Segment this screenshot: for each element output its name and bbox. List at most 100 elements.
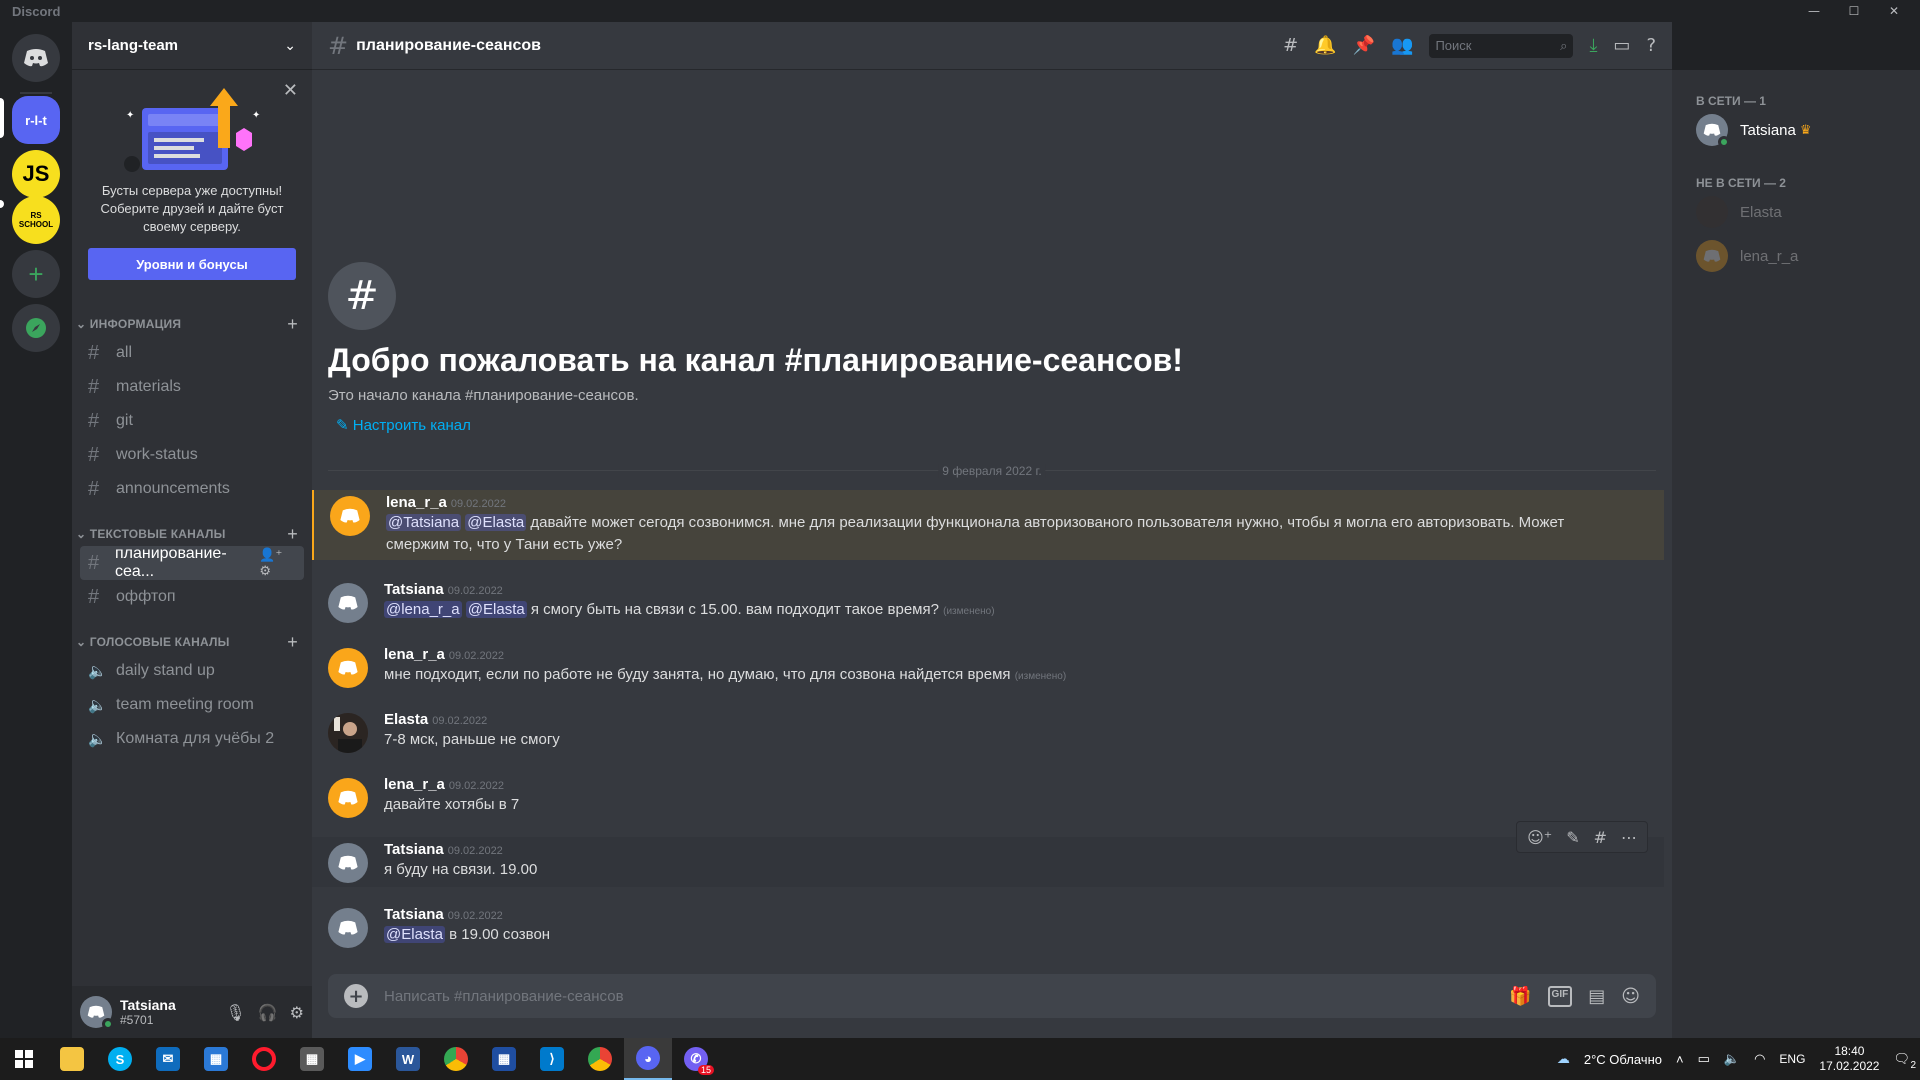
more-icon[interactable]: ⋯	[1621, 828, 1637, 847]
taskbar-explorer[interactable]	[48, 1038, 96, 1080]
message[interactable]: lena_r_a 09.02.2022 мне подходит, если по…	[312, 642, 1664, 692]
taskbar-discord[interactable]: ◕	[624, 1038, 672, 1080]
mention[interactable]: @Elasta	[465, 514, 527, 531]
channel-all[interactable]: # all	[80, 336, 304, 370]
guild-header[interactable]: rs-lang-team ⌄	[72, 22, 312, 70]
taskbar-opera[interactable]	[240, 1038, 288, 1080]
clock[interactable]: 18:40 17.02.2022	[1819, 1044, 1879, 1074]
pin-icon[interactable]: 📌	[1353, 35, 1375, 56]
close-window-icon[interactable]: ✕	[1874, 0, 1914, 22]
message-author[interactable]: Tatsiana	[384, 906, 444, 923]
taskbar-app[interactable]: ▦	[480, 1038, 528, 1080]
volume-icon[interactable]: 🔈	[1724, 1051, 1740, 1067]
add-channel-icon[interactable]: +	[287, 632, 298, 653]
boost-levels-button[interactable]: Уровни и бонусы	[88, 248, 296, 280]
microphone-icon[interactable]: 🎙	[225, 1003, 245, 1022]
mention[interactable]: @Elasta	[384, 926, 445, 943]
battery-icon[interactable]: ▭	[1698, 1051, 1710, 1067]
member-item[interactable]: lena_r_a	[1672, 234, 1920, 278]
gear-icon[interactable]: ⚙	[290, 1003, 304, 1022]
channel-git[interactable]: # git	[80, 404, 304, 438]
message-author[interactable]: Tatsiana	[384, 841, 444, 858]
message[interactable]: Tatsiana 09.02.2022 @Elasta в 19.00 созво…	[312, 902, 1664, 952]
channel-materials[interactable]: # materials	[80, 370, 304, 404]
add-attachment-icon[interactable]: +	[344, 984, 368, 1008]
taskbar-mail[interactable]: ✉	[144, 1038, 192, 1080]
add-channel-icon[interactable]: +	[287, 314, 298, 335]
avatar[interactable]	[328, 648, 368, 688]
weather-text[interactable]: 2°C Облачно	[1584, 1052, 1662, 1067]
edit-channel-link[interactable]: ✎ Настроить канал	[336, 416, 1183, 434]
mention[interactable]: @Tatsiana	[386, 514, 462, 531]
maximize-icon[interactable]: ☐	[1834, 0, 1874, 22]
member-item[interactable]: Elasta	[1672, 190, 1920, 234]
channel-work-status[interactable]: # work-status	[80, 438, 304, 472]
server-rs-school[interactable]: RS SCHOOL	[12, 196, 60, 244]
search-input[interactable]: Поиск ⌕	[1429, 33, 1574, 58]
taskbar-word[interactable]: W	[384, 1038, 432, 1080]
add-server-button[interactable]: +	[12, 250, 60, 298]
message-author[interactable]: lena_r_a	[384, 776, 445, 793]
taskbar-zoom[interactable]: ▶	[336, 1038, 384, 1080]
message[interactable]: Elasta 09.02.2022 7-8 мск, раньше не смог…	[312, 707, 1664, 757]
chevron-up-icon[interactable]: ˄	[1676, 1052, 1684, 1067]
taskbar-chrome[interactable]	[432, 1038, 480, 1080]
taskbar-calculator[interactable]: ▦	[288, 1038, 336, 1080]
pencil-icon[interactable]: ✎	[1566, 828, 1579, 847]
bell-icon[interactable]: 🔔	[1314, 35, 1336, 56]
server-rlt[interactable]: r-l-t	[12, 96, 60, 144]
download-icon[interactable]: ⤓	[1589, 35, 1597, 56]
headphones-icon[interactable]: 🎧	[258, 1003, 278, 1022]
message[interactable]: Tatsiana 09.02.2022 @lena_r_a @Elasta я с…	[312, 577, 1664, 627]
add-channel-icon[interactable]: +	[287, 524, 298, 545]
avatar[interactable]	[328, 713, 368, 753]
gif-icon[interactable]: GIF	[1547, 985, 1573, 1007]
members-icon[interactable]: 👥	[1391, 35, 1413, 56]
home-button[interactable]	[12, 34, 60, 82]
message-author[interactable]: lena_r_a	[384, 646, 445, 663]
minimize-icon[interactable]: —	[1794, 0, 1834, 22]
threads-icon[interactable]: #	[1283, 35, 1298, 56]
voice-channel-meeting[interactable]: 🔈 team meeting room	[80, 688, 304, 722]
message-author[interactable]: Elasta	[384, 711, 428, 728]
server-js[interactable]: JS	[12, 150, 60, 198]
taskbar-viber[interactable]: ✆ 15	[672, 1038, 720, 1080]
category-voice[interactable]: ⌄ ГОЛОСОВЫЕ КАНАЛЫ +	[72, 630, 312, 654]
avatar[interactable]	[328, 583, 368, 623]
message-composer[interactable]: + Написать #планирование-сеансов 🎁 GIF ▤…	[328, 974, 1656, 1018]
taskbar-chrome-2[interactable]	[576, 1038, 624, 1080]
sticker-icon[interactable]: ▤	[1588, 986, 1605, 1007]
start-button[interactable]	[0, 1038, 48, 1080]
gear-icon[interactable]: ⚙	[259, 563, 271, 578]
wifi-icon[interactable]: ◠	[1754, 1051, 1765, 1067]
emoji-icon[interactable]: ☺	[1621, 986, 1640, 1007]
message-author[interactable]: Tatsiana	[384, 581, 444, 598]
gift-icon[interactable]: 🎁	[1509, 986, 1531, 1007]
avatar[interactable]	[328, 843, 368, 883]
voice-channel-study[interactable]: 🔈 Комната для учёбы 2	[80, 722, 304, 756]
channel-planning[interactable]: # планирование-сеа... 👤⁺ ⚙	[80, 545, 304, 580]
taskbar-skype[interactable]: S	[96, 1038, 144, 1080]
invite-icon[interactable]: 👤⁺	[259, 547, 282, 562]
taskbar-store[interactable]: ▦	[192, 1038, 240, 1080]
help-icon[interactable]: ?	[1646, 35, 1656, 56]
message[interactable]: lena_r_a 09.02.2022 @Tatsiana @Elasta дав…	[312, 490, 1664, 560]
mention[interactable]: @Elasta	[465, 601, 527, 618]
avatar[interactable]	[328, 908, 368, 948]
category-info[interactable]: ⌄ ИНФОРМАЦИЯ +	[72, 312, 312, 336]
message[interactable]: ☺⁺ ✎ # ⋯ Tatsiana 09.02.2022 я буду на св…	[312, 821, 1664, 887]
avatar[interactable]	[328, 778, 368, 818]
avatar[interactable]	[330, 496, 370, 536]
taskbar-vscode[interactable]: ⟩	[528, 1038, 576, 1080]
create-thread-icon[interactable]: #	[1594, 828, 1607, 847]
add-reaction-icon[interactable]: ☺⁺	[1527, 828, 1552, 847]
channel-announcements[interactable]: # announcements	[80, 472, 304, 506]
mention[interactable]: @lena_r_a	[384, 601, 462, 618]
notifications-icon[interactable]: 🗨 2	[1893, 1051, 1916, 1071]
message[interactable]: lena_r_a 09.02.2022 давайте хотябы в 7	[312, 772, 1664, 822]
channel-offtopic[interactable]: # оффтоп	[80, 580, 304, 614]
avatar[interactable]	[80, 996, 114, 1030]
inbox-icon[interactable]: ▭	[1613, 35, 1630, 56]
category-text[interactable]: ⌄ ТЕКСТОВЫЕ КАНАЛЫ +	[72, 522, 312, 546]
voice-channel-standup[interactable]: 🔈 daily stand up	[80, 654, 304, 688]
